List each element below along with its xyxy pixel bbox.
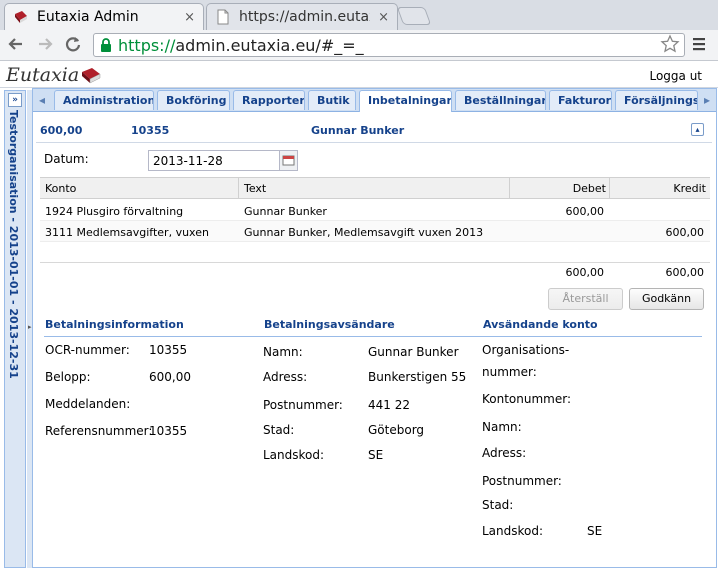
tab-fakturor[interactable]: Fakturor [549,90,612,110]
konto-adress-label: Adress: [482,446,527,460]
back-icon[interactable] [5,33,27,55]
approve-button[interactable]: Godkänn [629,288,704,310]
browser-tab-title: Eutaxia Admin [37,9,139,25]
column-konto[interactable]: Konto [45,182,76,195]
tab-butik[interactable]: Butik [308,90,356,110]
kontonummer-label: Kontonummer: [482,392,572,406]
calendar-icon[interactable] [280,150,298,171]
app-logo: Eutaxia [6,64,101,86]
book-logo-icon [82,68,101,84]
star-icon[interactable] [660,34,680,54]
landskod-label: Landskod: [263,448,325,462]
address-bar[interactable]: https://admin.eutaxia.eu/#_=_ [93,33,685,57]
browser-tab-active[interactable]: Eutaxia Admin × [4,3,204,30]
payment-payer: Gunnar Bunker [311,124,405,137]
tab-bestallningar[interactable]: Beställningar [455,90,546,110]
close-tab-icon[interactable]: × [184,10,195,25]
postnummer-label: Postnummer: [263,398,343,412]
tab-forsaljning[interactable]: Försäljningsr [615,90,698,110]
eutaxia-favicon-icon [15,11,27,23]
tab-rapporter[interactable]: Rapporter [233,90,305,110]
row-kredit: 600,00 [665,226,705,239]
datum-label: Datum: [44,152,89,166]
sum-kredit: 600,00 [665,266,705,279]
konto-landskod-label: Landskod: [482,524,544,538]
belopp-label: Belopp: [45,370,91,384]
referens-value: 10355 [149,424,188,438]
browser-tab-title: https://admin.eutaxia.e [239,9,370,25]
row-debet: 600,00 [565,205,605,218]
forward-icon[interactable] [34,33,56,55]
url-text: admin.eutaxia.eu/#_=_ [175,35,364,55]
konto-stad-label: Stad: [482,498,514,512]
logout-link[interactable]: Logga ut [649,69,702,83]
browser-tab-inactive[interactable]: https://admin.eutaxia.e × [206,3,398,30]
tab-bokforing[interactable]: Bokföring [157,90,230,110]
section-betalningsinformation: Betalningsinformation [45,318,184,331]
adress-value: Bunkerstigen 55 [368,370,467,384]
row-text: Gunnar Bunker, Medlemsavgift vuxen 2013 [244,226,484,239]
lock-icon [101,38,111,52]
row-konto: 1924 Plusgiro förvaltning [45,205,184,218]
column-kredit[interactable]: Kredit [610,182,706,195]
column-debet[interactable]: Debet [510,182,606,195]
page-icon [217,9,229,25]
menu-icon[interactable] [690,35,710,55]
meddelanden-label: Meddelanden: [45,397,131,411]
section-divider [44,336,702,337]
orgnummer-label-line1: Organisations- [482,343,570,357]
sum-debet: 600,00 [565,266,605,279]
close-tab-icon[interactable]: × [378,10,389,25]
namn-label: Namn: [263,345,303,359]
stad-value: Göteborg [368,423,425,437]
payment-ocr: 10355 [131,124,170,137]
row-konto: 3111 Medlemsavgifter, vuxen [45,226,209,239]
referens-label: Referensnummer: [45,424,153,438]
konto-postnummer-label: Postnummer: [482,474,562,488]
app-header [0,61,718,88]
tab-administration[interactable]: Administration [54,90,154,110]
belopp-value: 600,00 [149,370,191,384]
tab-scroll-right-icon[interactable]: ▸ [699,91,715,109]
organisation-label: Testorganisation - 2013-01-01 - 2013-12-… [7,110,20,379]
row-text: Gunnar Bunker [244,205,327,218]
expand-icon[interactable]: » [8,93,22,107]
logo-text: Eutaxia [6,64,80,86]
tab-inbetalningar[interactable]: Inbetalningar [359,90,452,112]
datum-field[interactable] [148,150,280,171]
splitter-arrow-icon[interactable]: ▸ [28,323,32,331]
reload-icon[interactable] [62,33,84,55]
payment-amount: 600,00 [40,124,83,137]
konto-namn-label: Namn: [482,420,522,434]
namn-value: Gunnar Bunker [368,345,459,359]
tab-scroll-left-icon[interactable]: ◂ [34,91,50,109]
column-text[interactable]: Text [244,182,266,195]
orgnummer-label-line2: nummer: [482,365,537,379]
postnummer-value: 441 22 [368,398,410,412]
reset-button[interactable]: Återställ [548,288,623,310]
stad-label: Stad: [263,423,295,437]
collapse-icon[interactable]: ▴ [691,123,704,136]
adress-label: Adress: [263,370,308,384]
url-scheme: https:// [118,35,176,55]
konto-landskod-value: SE [587,524,603,538]
ocr-label: OCR-nummer: [45,343,130,357]
column-separator[interactable] [238,178,239,198]
ocr-value: 10355 [149,343,188,357]
section-betalningsavsandare: Betalningsavsändare [264,318,395,331]
section-avsandande-konto: Avsändande konto [483,318,598,331]
landskod-value: SE [368,448,384,462]
